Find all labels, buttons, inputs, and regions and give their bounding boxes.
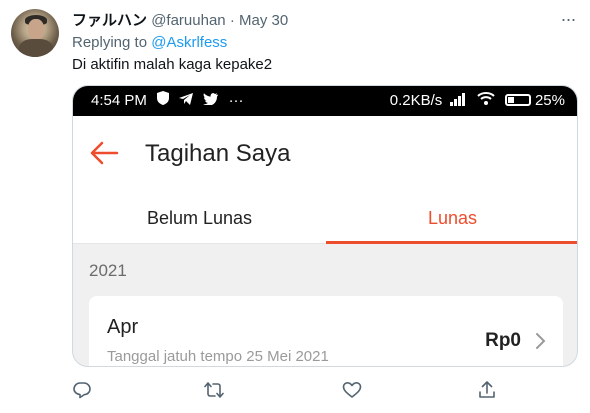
share-icon bbox=[479, 381, 495, 398]
reply-icon bbox=[73, 382, 91, 399]
retweet-icon bbox=[204, 382, 224, 398]
tweet-media-image[interactable]: 4:54 PM ··· 0.2KB/s 25% Tagihan Saya Bel… bbox=[72, 85, 578, 367]
user-handle[interactable]: @faruuhan bbox=[151, 12, 225, 29]
share-button[interactable] bbox=[477, 380, 499, 402]
battery-level: 25% bbox=[534, 92, 565, 109]
tweet-header: ファルハン @faruuhan · May 30 bbox=[72, 11, 288, 31]
status-more: ··· bbox=[228, 92, 244, 109]
bill-month: Apr bbox=[107, 316, 139, 338]
wifi-icon bbox=[476, 86, 495, 116]
network-speed: 0.2KB/s bbox=[389, 92, 443, 109]
like-button[interactable] bbox=[342, 380, 364, 402]
page-title: Tagihan Saya bbox=[145, 140, 291, 167]
avatar-face bbox=[28, 19, 44, 39]
phone-status-bar: 4:54 PM ··· 0.2KB/s 25% bbox=[73, 86, 577, 117]
tweet-actions bbox=[72, 380, 578, 404]
telegram-icon bbox=[179, 86, 194, 116]
status-left: 4:54 PM ··· bbox=[91, 86, 244, 116]
tab-belum-lunas[interactable]: Belum Lunas bbox=[73, 194, 326, 244]
reply-context: Replying to @Askrlfess bbox=[72, 34, 227, 52]
more-icon[interactable]: ··· bbox=[556, 10, 580, 30]
signal-icon bbox=[450, 87, 466, 117]
twitter-bird-icon bbox=[203, 86, 219, 116]
tab-bar: Belum Lunas Lunas bbox=[73, 194, 577, 244]
chevron-right-icon bbox=[536, 333, 546, 349]
shield-icon bbox=[157, 86, 170, 116]
year-section-label: 2021 bbox=[89, 261, 127, 280]
reply-prefix: Replying to bbox=[72, 34, 148, 51]
tweet: ファルハン @faruuhan · May 30 ··· Replying to… bbox=[0, 0, 590, 413]
separator-dot: · bbox=[229, 12, 235, 29]
bill-amount: Rp0 bbox=[485, 330, 521, 351]
bill-due-date: Tanggal jatuh tempo 25 Mei 2021 bbox=[107, 348, 329, 365]
display-name[interactable]: ファルハン bbox=[72, 12, 147, 29]
active-tab-indicator bbox=[326, 241, 577, 244]
avatar-shirt bbox=[19, 39, 53, 57]
reply-mention[interactable]: @Askrlfess bbox=[151, 34, 227, 51]
retweet-button[interactable] bbox=[204, 380, 226, 402]
back-arrow-icon[interactable] bbox=[87, 136, 121, 170]
battery-icon bbox=[504, 94, 531, 106]
app-header: Tagihan Saya bbox=[73, 116, 577, 194]
reply-button[interactable] bbox=[72, 380, 94, 402]
tab-lunas[interactable]: Lunas bbox=[326, 194, 577, 244]
like-icon bbox=[342, 382, 362, 398]
avatar[interactable] bbox=[11, 9, 59, 57]
status-time: 4:54 PM bbox=[91, 92, 147, 109]
tweet-text: Di aktifin malah kaga kepake2 bbox=[72, 56, 273, 73]
tweet-date[interactable]: May 30 bbox=[239, 12, 288, 29]
status-right: 0.2KB/s 25% bbox=[390, 86, 565, 117]
bill-list-item[interactable]: Apr Tanggal jatuh tempo 25 Mei 2021 Rp0 bbox=[89, 296, 563, 366]
